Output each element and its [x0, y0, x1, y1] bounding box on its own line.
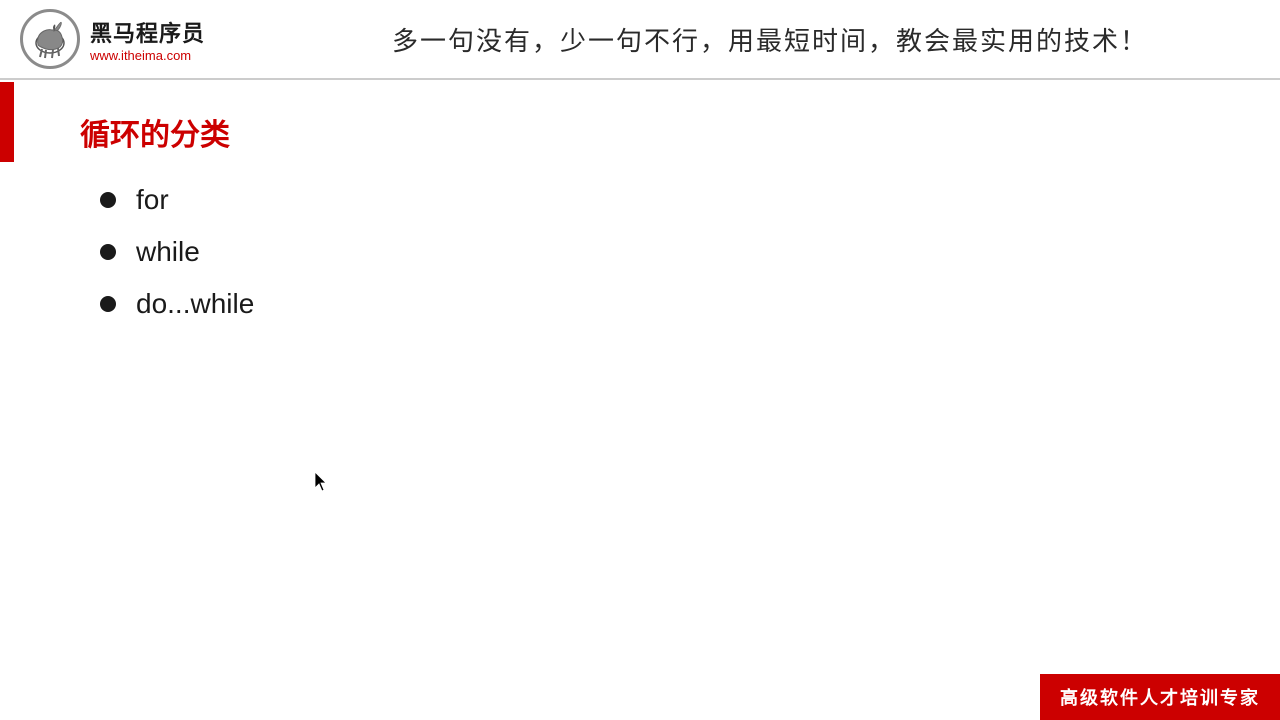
red-sidebar-accent: [0, 82, 14, 162]
mouse-cursor: [315, 472, 329, 492]
logo-area: 黑马程序员 www.itheima.com: [20, 9, 280, 69]
logo-text: 黑马程序员 www.itheima.com: [90, 16, 205, 63]
logo-name-text: 黑马程序员: [90, 16, 205, 48]
section-title: 循环的分类: [80, 110, 1220, 154]
bullet-list: for while do...while: [80, 184, 1220, 320]
list-item-label: do...while: [136, 288, 254, 320]
list-item: for: [100, 184, 1220, 216]
main-content: 循环的分类 for while do...while: [0, 80, 1280, 370]
list-item: while: [100, 236, 1220, 268]
list-item-label: for: [136, 184, 169, 216]
bullet-dot: [100, 244, 116, 260]
logo-url-text: www.itheima.com: [90, 48, 205, 63]
list-item: do...while: [100, 288, 1220, 320]
footer-label: 高级软件人才培训专家: [1060, 684, 1260, 710]
footer: 高级软件人才培训专家: [1040, 674, 1280, 720]
bullet-dot: [100, 296, 116, 312]
header-slogan: 多一句没有，少一句不行，用最短时间，教会最实用的技术！: [280, 21, 1260, 58]
list-item-label: while: [136, 236, 200, 268]
header: 黑马程序员 www.itheima.com 多一句没有，少一句不行，用最短时间，…: [0, 0, 1280, 80]
logo-icon: [20, 9, 80, 69]
bullet-dot: [100, 192, 116, 208]
